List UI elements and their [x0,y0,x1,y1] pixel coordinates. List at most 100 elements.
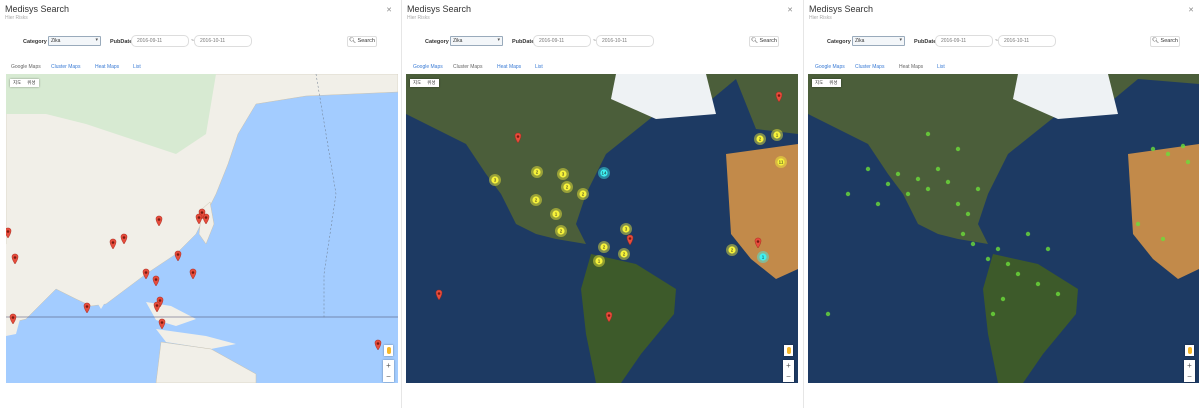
tab-google-maps[interactable]: Google Maps [413,64,443,70]
cluster-bubble[interactable]: 11 [775,156,787,168]
cluster-bubble[interactable]: 1 [771,129,783,141]
heat-point [915,176,921,182]
category-select[interactable]: Zika ▾ [450,36,503,46]
tab-cluster-maps[interactable]: Cluster Maps [51,64,80,70]
chevron-down-icon: ▾ [95,37,98,43]
date-from-input[interactable]: 2016-09-11 [131,35,189,47]
tab-list[interactable]: List [535,64,543,70]
cluster-bubble[interactable]: 2 [618,248,630,260]
zoom-out-icon[interactable]: − [1184,371,1195,382]
cluster-bubble[interactable]: 2 [598,241,610,253]
map-type-roadmap[interactable]: 지도 [812,79,826,87]
map-type-satellite[interactable]: 위성 [424,79,438,87]
category-select[interactable]: Zika ▾ [852,36,905,46]
panel-title: Medisys Search [5,4,70,14]
heat-point [995,246,1001,252]
zoom-out-icon[interactable]: − [783,371,794,382]
pegman-icon[interactable] [384,345,393,356]
date-from-input[interactable]: 2016-09-11 [533,35,591,47]
zoom-in-icon[interactable]: + [383,360,394,371]
heat-point [1000,296,1006,302]
map-canvas[interactable]: 지도 위성 + − [808,74,1199,383]
search-icon: 🔍︎ [751,38,758,44]
panel-subtitle: Hier Risks [809,15,832,21]
cluster-bubble[interactable]: 1 [550,208,562,220]
map-type-roadmap[interactable]: 지도 [10,79,24,87]
heat-point [955,146,961,152]
cluster-bubble[interactable]: 14 [598,167,610,179]
heat-point [945,179,951,185]
zoom-out-icon[interactable]: − [383,371,394,382]
map-panel-google: Medisys Search Hier Risks ✕ Category Zik… [0,0,400,408]
tab-heat-maps[interactable]: Heat Maps [899,64,923,70]
heat-point [925,186,931,192]
panel-subtitle: Hier Risks [5,15,28,21]
tab-list[interactable]: List [937,64,945,70]
date-to-input[interactable]: 2016-10-11 [596,35,654,47]
zoom-in-icon[interactable]: + [1184,360,1195,371]
cluster-bubble[interactable]: 3 [489,174,501,186]
tab-google-maps[interactable]: Google Maps [815,64,845,70]
map-graphic[interactable] [808,74,1199,383]
pegman-icon[interactable] [1185,345,1194,356]
category-select[interactable]: Zika ▾ [48,36,101,46]
panel-title: Medisys Search [809,4,874,14]
search-button[interactable]: 🔍︎ Search [749,36,779,47]
cluster-bubble[interactable]: 1 [593,255,605,267]
heat-point [1180,143,1186,149]
category-label: Category [425,39,449,45]
tab-heat-maps[interactable]: Heat Maps [497,64,521,70]
tab-cluster-maps[interactable]: Cluster Maps [855,64,884,70]
category-value: Zika [453,38,463,44]
date-to-input[interactable]: 2016-10-11 [194,35,252,47]
map-type-roadmap[interactable]: 지도 [410,79,424,87]
cluster-bubble[interactable]: 2 [561,181,573,193]
pubdate-label: PubDate [512,39,535,45]
cluster-bubble[interactable]: 2 [530,194,542,206]
zoom-control: + − [383,360,394,382]
heat-point [970,241,976,247]
date-to-input[interactable]: 2016-10-11 [998,35,1056,47]
pegman-icon[interactable] [784,345,793,356]
heat-point [875,201,881,207]
heat-point [925,131,931,137]
map-type-control: 지도 위성 [10,79,39,87]
map-canvas[interactable]: 지도 위성 + − [6,74,398,383]
close-icon[interactable]: ✕ [1188,6,1194,14]
heat-point [1150,146,1156,152]
map-graphic[interactable]: 32 322212 321212112114 [406,74,798,383]
search-button[interactable]: 🔍︎ Search [347,36,377,47]
cluster-bubble[interactable]: 3 [557,168,569,180]
cluster-count: 11 [779,160,784,165]
tab-cluster-maps[interactable]: Cluster Maps [453,64,482,70]
close-icon[interactable]: ✕ [787,6,793,14]
map-canvas[interactable]: 3 2 3 2 2 2 1 2 3 2 1 2 1 2 11 2 1 14 지도 위성 + − [406,74,798,383]
cluster-bubble[interactable]: 2 [726,244,738,256]
map-type-satellite[interactable]: 위성 [24,79,38,87]
heat-point [1185,159,1191,165]
cluster-bubble[interactable]: 2 [531,166,543,178]
tab-heat-maps[interactable]: Heat Maps [95,64,119,70]
search-label: Search [1160,38,1178,44]
panel-subtitle: Hier Risks [407,15,430,21]
search-label: Search [357,38,375,44]
cluster-bubble[interactable]: 2 [555,225,567,237]
cluster-bubble[interactable]: 2 [577,188,589,200]
zoom-in-icon[interactable]: + [783,360,794,371]
heat-point [1015,271,1021,277]
cluster-bubble[interactable]: 2 [754,133,766,145]
heat-point [965,211,971,217]
cluster-bubble[interactable]: 1 [757,251,769,263]
close-icon[interactable]: ✕ [386,6,392,14]
map-type-satellite[interactable]: 위성 [826,79,840,87]
cluster-bubble[interactable]: 3 [620,223,632,235]
map-graphic[interactable] [6,74,398,383]
heat-point [895,171,901,177]
date-from-input[interactable]: 2016-09-11 [935,35,993,47]
heat-point [1165,151,1171,157]
tab-google-maps[interactable]: Google Maps [11,64,41,70]
search-button[interactable]: 🔍︎ Search [1150,36,1180,47]
tab-list[interactable]: List [133,64,141,70]
heat-point [825,311,831,317]
chevron-down-icon: ▾ [899,37,902,43]
